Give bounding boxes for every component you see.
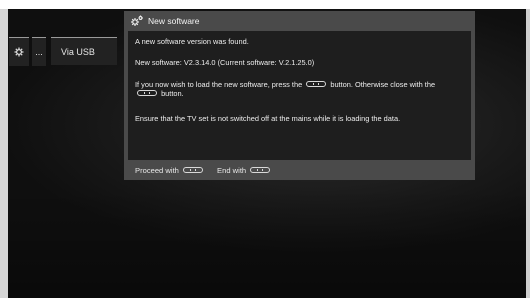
more-label: ...	[35, 47, 43, 57]
end-label: End with	[217, 165, 247, 175]
menu-settings-column[interactable]	[9, 37, 29, 66]
gear-icon	[14, 47, 24, 57]
ok-button-icon	[183, 166, 204, 173]
instructions-part2: button. Otherwise close with the	[330, 80, 436, 89]
dialog-body: A new software version was found. New so…	[128, 31, 471, 160]
end-hint[interactable]: End with	[217, 166, 272, 175]
proceed-label: Proceed with	[135, 165, 179, 175]
menu-more-column[interactable]: ...	[32, 37, 46, 66]
instructions-part1: If you now wish to load the new software…	[135, 80, 303, 89]
top-margin	[0, 0, 530, 9]
bottom-margin	[0, 298, 530, 307]
dialog-footer: Proceed with End with	[124, 160, 475, 180]
exit-button-icon	[137, 90, 157, 97]
found-message: A new software version was found.	[135, 37, 249, 46]
ok-button-icon	[306, 81, 327, 88]
exit-button-icon	[250, 166, 271, 173]
screen-right-bezel	[526, 9, 530, 298]
version-info: New software: V2.3.14.0 (Current softwar…	[135, 58, 315, 67]
via-usb-label: Via USB	[61, 46, 95, 57]
warning-text: Ensure that the TV set is not switched o…	[135, 114, 401, 123]
screen-left-bezel	[0, 9, 8, 298]
menu-via-usb-item[interactable]: Via USB	[51, 37, 117, 65]
dialog-title-bar: New software	[124, 11, 475, 31]
instructions-text: If you now wish to load the new software…	[135, 80, 455, 98]
proceed-hint[interactable]: Proceed with	[135, 166, 205, 175]
gears-icon	[131, 15, 143, 26]
new-software-dialog: New software A new software version was …	[124, 11, 475, 180]
dialog-title: New software	[148, 16, 200, 26]
instructions-part3: button.	[161, 89, 184, 99]
